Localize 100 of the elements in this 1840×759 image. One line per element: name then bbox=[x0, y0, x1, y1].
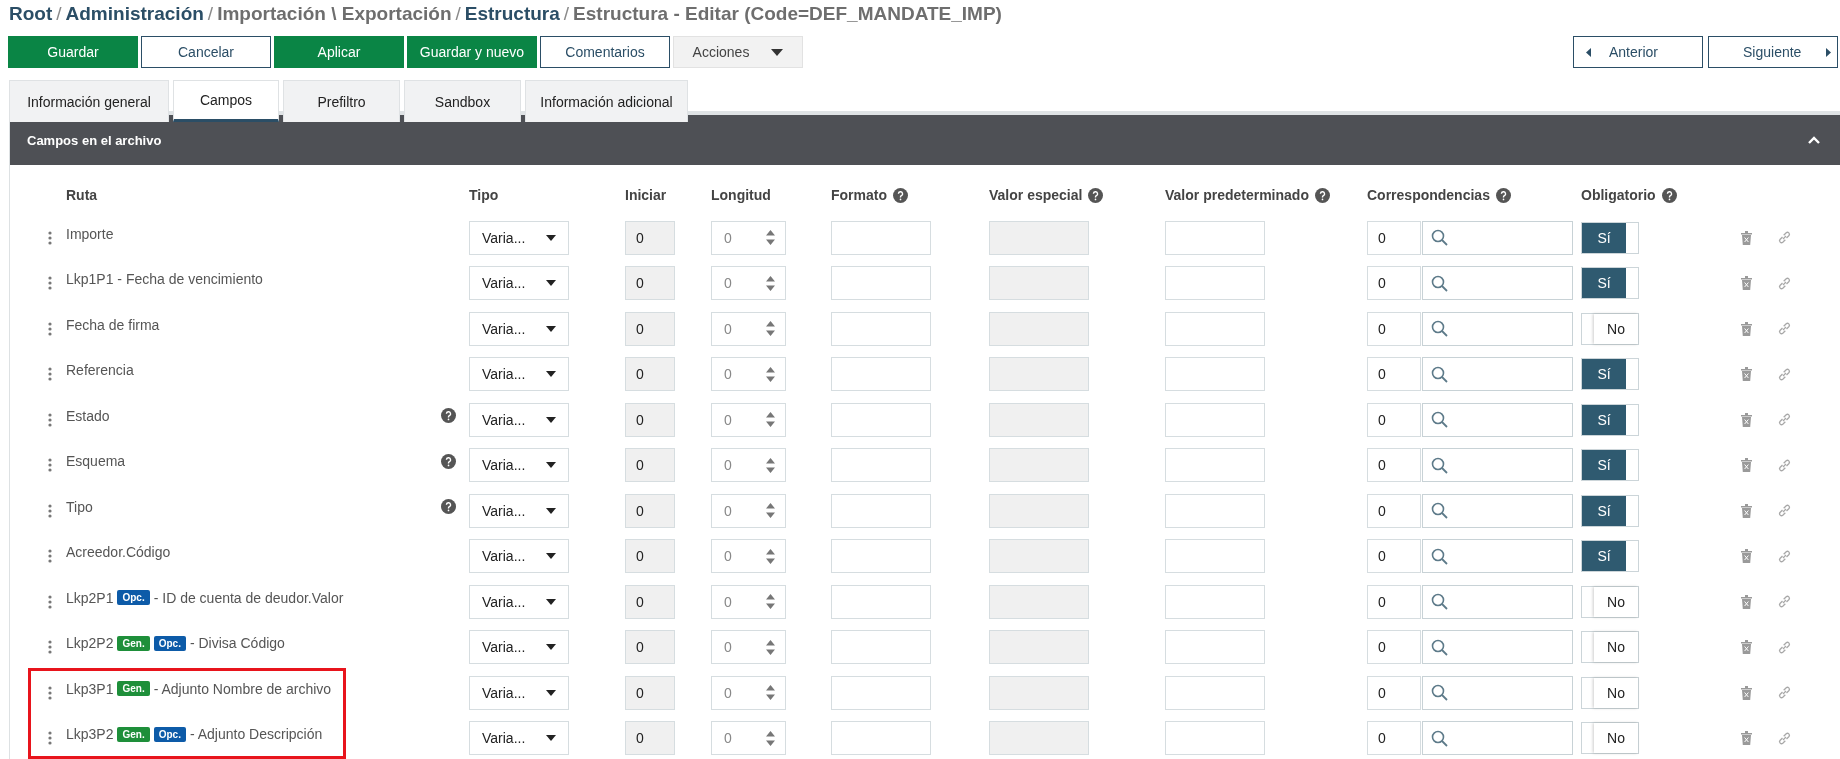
help-icon[interactable] bbox=[1314, 187, 1330, 203]
trash-icon[interactable] bbox=[1741, 230, 1752, 245]
format-field[interactable] bbox=[831, 402, 931, 437]
action-button[interactable]: Aplicar bbox=[274, 36, 404, 68]
help-icon[interactable] bbox=[1661, 187, 1677, 203]
chevron-up-icon[interactable] bbox=[1808, 136, 1820, 144]
length-field[interactable]: 0 bbox=[711, 721, 786, 756]
next-button[interactable]: Siguiente bbox=[1708, 36, 1838, 68]
search-field[interactable] bbox=[1422, 311, 1573, 346]
tab[interactable]: Sandbox bbox=[404, 80, 521, 122]
breadcrumb-link[interactable]: Administración bbox=[65, 3, 204, 25]
stepper-arrows-icon[interactable] bbox=[766, 412, 775, 428]
required-toggle[interactable]: No bbox=[1581, 722, 1639, 755]
default-value-field[interactable] bbox=[1165, 448, 1265, 483]
trash-icon[interactable] bbox=[1741, 367, 1752, 382]
drag-handle-icon[interactable] bbox=[48, 321, 52, 336]
help-icon[interactable] bbox=[893, 187, 908, 203]
stepper-arrows-icon[interactable] bbox=[766, 730, 775, 746]
mapping-count-field[interactable]: 0 bbox=[1367, 266, 1421, 301]
length-field[interactable]: 0 bbox=[711, 357, 786, 392]
help-icon[interactable] bbox=[441, 453, 456, 469]
drag-handle-icon[interactable] bbox=[48, 685, 52, 700]
tab[interactable]: Información adicional bbox=[525, 80, 688, 122]
default-value-field[interactable] bbox=[1165, 493, 1265, 528]
action-button[interactable]: Guardar y nuevo bbox=[407, 36, 537, 68]
drag-handle-icon[interactable] bbox=[48, 549, 52, 564]
mapping-count-field[interactable]: 0 bbox=[1367, 220, 1421, 255]
required-toggle[interactable]: Sí bbox=[1581, 540, 1639, 573]
type-dropdown[interactable]: Varia... bbox=[469, 402, 569, 437]
trash-icon[interactable] bbox=[1741, 503, 1752, 518]
drag-handle-icon[interactable] bbox=[48, 412, 52, 427]
stepper-arrows-icon[interactable] bbox=[766, 321, 775, 337]
mapping-count-field[interactable]: 0 bbox=[1367, 402, 1421, 437]
trash-icon[interactable] bbox=[1741, 731, 1752, 746]
mapping-count-field[interactable]: 0 bbox=[1367, 630, 1421, 665]
stepper-arrows-icon[interactable] bbox=[766, 548, 775, 564]
format-field[interactable] bbox=[831, 357, 931, 392]
tab[interactable]: Campos bbox=[173, 80, 279, 122]
help-icon[interactable] bbox=[1088, 187, 1104, 203]
link-icon[interactable] bbox=[1777, 412, 1792, 428]
trash-icon[interactable] bbox=[1741, 321, 1752, 336]
format-field[interactable] bbox=[831, 721, 931, 756]
default-value-field[interactable] bbox=[1165, 266, 1265, 301]
type-dropdown[interactable]: Varia... bbox=[469, 266, 569, 301]
mapping-count-field[interactable]: 0 bbox=[1367, 311, 1421, 346]
required-toggle[interactable]: Sí bbox=[1581, 494, 1639, 527]
default-value-field[interactable] bbox=[1165, 675, 1265, 710]
format-field[interactable] bbox=[831, 675, 931, 710]
type-dropdown[interactable]: Varia... bbox=[469, 675, 569, 710]
link-icon[interactable] bbox=[1777, 366, 1792, 382]
length-field[interactable]: 0 bbox=[711, 311, 786, 346]
default-value-field[interactable] bbox=[1165, 630, 1265, 665]
default-value-field[interactable] bbox=[1165, 220, 1265, 255]
search-field[interactable] bbox=[1422, 357, 1573, 392]
default-value-field[interactable] bbox=[1165, 721, 1265, 756]
length-field[interactable]: 0 bbox=[711, 266, 786, 301]
link-icon[interactable] bbox=[1777, 639, 1792, 655]
trash-icon[interactable] bbox=[1741, 685, 1752, 700]
link-icon[interactable] bbox=[1777, 594, 1792, 610]
search-field[interactable] bbox=[1422, 220, 1573, 255]
mapping-count-field[interactable]: 0 bbox=[1367, 448, 1421, 483]
format-field[interactable] bbox=[831, 630, 931, 665]
drag-handle-icon[interactable] bbox=[48, 594, 52, 609]
link-icon[interactable] bbox=[1777, 457, 1792, 473]
type-dropdown[interactable]: Varia... bbox=[469, 721, 569, 756]
stepper-arrows-icon[interactable] bbox=[766, 457, 775, 473]
trash-icon[interactable] bbox=[1741, 594, 1752, 609]
type-dropdown[interactable]: Varia... bbox=[469, 584, 569, 619]
mapping-count-field[interactable]: 0 bbox=[1367, 357, 1421, 392]
required-toggle[interactable]: No bbox=[1581, 585, 1639, 618]
length-field[interactable]: 0 bbox=[711, 402, 786, 437]
required-toggle[interactable]: No bbox=[1581, 312, 1639, 345]
drag-handle-icon[interactable] bbox=[48, 503, 52, 518]
action-button[interactable]: Comentarios bbox=[540, 36, 670, 68]
search-field[interactable] bbox=[1422, 266, 1573, 301]
link-icon[interactable] bbox=[1777, 730, 1792, 746]
search-field[interactable] bbox=[1422, 539, 1573, 574]
length-field[interactable]: 0 bbox=[711, 675, 786, 710]
length-field[interactable]: 0 bbox=[711, 493, 786, 528]
breadcrumb-link[interactable]: Estructura bbox=[464, 3, 560, 25]
format-field[interactable] bbox=[831, 220, 931, 255]
link-icon[interactable] bbox=[1777, 321, 1792, 337]
help-icon[interactable] bbox=[1495, 187, 1511, 203]
default-value-field[interactable] bbox=[1165, 539, 1265, 574]
panel-header[interactable]: Campos en el archivo bbox=[10, 115, 1840, 165]
drag-handle-icon[interactable] bbox=[48, 367, 52, 382]
drag-handle-icon[interactable] bbox=[48, 230, 52, 245]
type-dropdown[interactable]: Varia... bbox=[469, 220, 569, 255]
stepper-arrows-icon[interactable] bbox=[766, 366, 775, 382]
link-icon[interactable] bbox=[1777, 275, 1792, 291]
mapping-count-field[interactable]: 0 bbox=[1367, 539, 1421, 574]
required-toggle[interactable]: Sí bbox=[1581, 403, 1639, 436]
help-icon[interactable] bbox=[441, 408, 456, 424]
required-toggle[interactable]: Sí bbox=[1581, 267, 1639, 300]
mapping-count-field[interactable]: 0 bbox=[1367, 584, 1421, 619]
stepper-arrows-icon[interactable] bbox=[766, 275, 775, 291]
mapping-count-field[interactable]: 0 bbox=[1367, 493, 1421, 528]
search-field[interactable] bbox=[1422, 630, 1573, 665]
search-field[interactable] bbox=[1422, 584, 1573, 619]
link-icon[interactable] bbox=[1777, 503, 1792, 519]
